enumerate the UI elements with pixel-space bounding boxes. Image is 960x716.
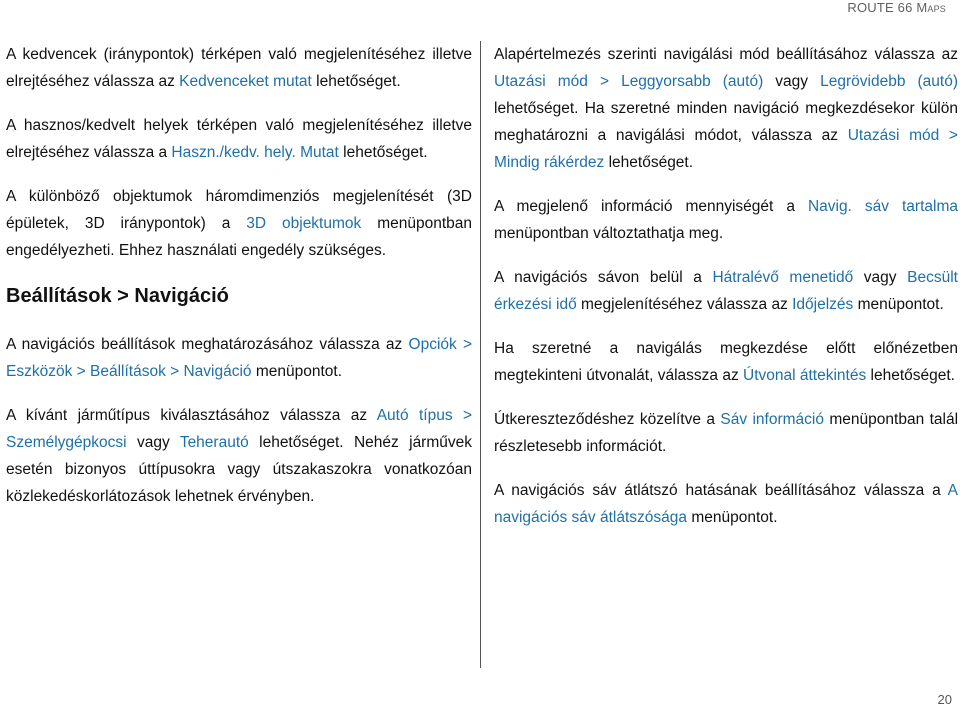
left-column: A kedvencek (iránypontok) térképen való … — [6, 41, 472, 527]
text: lehetőséget. — [311, 73, 401, 90]
text: A navigációs sáv átlátszó hatásának beál… — [494, 482, 948, 499]
menu-ref-route-overview: Útvonal áttekintés — [743, 367, 867, 384]
text: lehetőséget. — [604, 154, 694, 171]
text: vagy — [853, 269, 908, 286]
paragraph-vehicle-type: A kívánt járműtípus kiválasztásához vála… — [6, 402, 472, 510]
paragraph-nav-bar-content: A megjelenő információ mennyiségét a Nav… — [494, 193, 958, 247]
menu-ref-truck: Teherautó — [179, 434, 249, 451]
menu-ref-fastest: Utazási mód > Leggyorsabb (autó) — [494, 73, 764, 90]
text: A navigációs sávon belül a — [494, 269, 713, 286]
text: vagy — [763, 73, 821, 90]
page-number: 20 — [937, 692, 952, 707]
menu-ref-3d-objects: 3D objektumok — [246, 215, 362, 232]
text: A navigációs beállítások meghatározásáho… — [6, 336, 409, 353]
paragraph-transparency: A navigációs sáv átlátszó hatásának beál… — [494, 477, 958, 531]
paragraph-route-overview: Ha szeretné a navigálás megkezdése előtt… — [494, 335, 958, 389]
text: menüpontban változtathatja meg. — [494, 225, 724, 242]
paragraph-favorites: A kedvencek (iránypontok) térképen való … — [6, 41, 472, 95]
paragraph-3d-objects: A különböző objektumok háromdimenziós me… — [6, 183, 472, 264]
text: Útkereszteződéshez közelítve a — [494, 411, 721, 428]
menu-ref-time-display: Időjelzés — [792, 296, 854, 313]
paragraph-time-display: A navigációs sávon belül a Hátralévő men… — [494, 264, 958, 318]
text: A kívánt járműtípus kiválasztásához vála… — [6, 407, 377, 424]
text: menüpontot. — [687, 509, 778, 526]
paragraph-lane-info: Útkereszteződéshez közelítve a Sáv infor… — [494, 406, 958, 460]
header-title-smallcaps: Maps — [916, 0, 946, 15]
paragraph-travel-mode: Alapértelmezés szerinti navigálási mód b… — [494, 41, 958, 176]
text: Alapértelmezés szerinti navigálási mód b… — [494, 46, 958, 63]
text: vagy — [126, 434, 180, 451]
running-header: ROUTE 66 Maps — [847, 0, 946, 15]
text: lehetőséget. — [338, 144, 428, 161]
header-title: ROUTE 66 — [847, 0, 917, 15]
paragraph-pois: A hasznos/kedvelt helyek térképen való m… — [6, 112, 472, 166]
text: megjelenítéséhez válassza az — [576, 296, 793, 313]
menu-ref-remaining-time: Hátralévő menetidő — [712, 269, 854, 286]
right-column: Alapértelmezés szerinti navigálási mód b… — [494, 41, 958, 548]
text: menüpontot. — [853, 296, 944, 313]
column-divider — [480, 41, 481, 668]
text: menüpontot. — [251, 363, 343, 380]
menu-ref-lane-info: Sáv információ — [720, 411, 824, 428]
text: A megjelenő információ mennyiségét a — [494, 198, 808, 215]
menu-ref-nav-bar-content: Navig. sáv tartalma — [807, 198, 958, 215]
paragraph-nav-settings: A navigációs beállítások meghatározásáho… — [6, 331, 472, 385]
menu-ref-shortest: Legrövidebb (autó) — [820, 73, 958, 90]
menu-ref-show-pois: Haszn./kedv. hely. Mutat — [171, 144, 339, 161]
section-heading: Beállítások > Navigáció — [6, 285, 229, 307]
text: lehetőséget. — [866, 367, 955, 384]
menu-ref-show-favorites: Kedvenceket mutat — [179, 73, 312, 90]
